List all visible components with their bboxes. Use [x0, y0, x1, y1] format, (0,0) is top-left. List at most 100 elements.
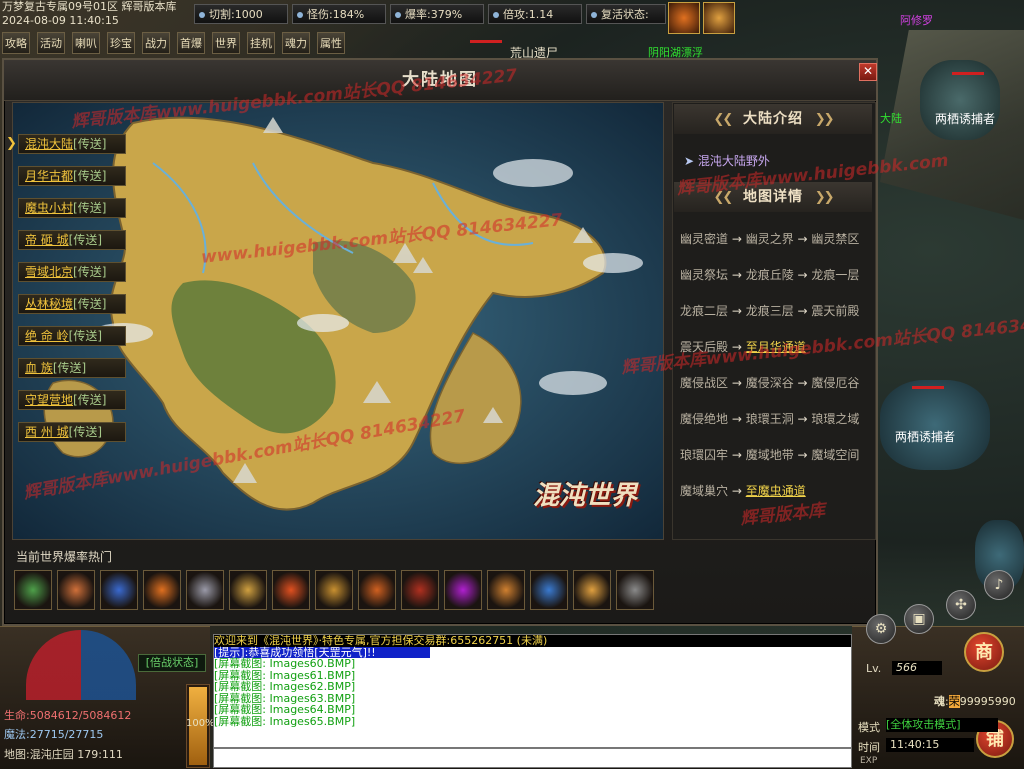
dark-helmet-icon[interactable]	[186, 570, 224, 610]
soul-readout: 魂:荣99995990	[934, 695, 1016, 708]
map-logo: 混沌世界	[533, 481, 638, 511]
flame-blade-icon[interactable]	[272, 570, 310, 610]
close-button[interactable]: ✕	[859, 63, 877, 81]
gold-gauntlet-icon[interactable]	[229, 570, 267, 610]
server-info: 万梦复古专属09号01区 辉哥版本库 2024-08-09 11:40:15	[0, 0, 202, 30]
attack-mode[interactable]: [全体攻击模式]	[886, 718, 998, 732]
chevron-right-icon: ❯❯	[814, 190, 835, 205]
gem-icon	[591, 12, 597, 18]
enemy-hp-bar	[470, 40, 502, 43]
route-row: 魔侵战区 → 魔侵深谷 → 魔侵厄谷	[680, 376, 860, 390]
fire-rune-icon[interactable]	[143, 570, 181, 610]
current-location: 地图:混沌庄园 179:111	[4, 748, 123, 761]
location-item[interactable]: 混沌大陆[传送]	[18, 134, 126, 154]
location-item[interactable]: 帝 砸 城[传送]	[18, 230, 126, 250]
buff-icon[interactable]	[703, 2, 735, 34]
exp-label: EXP	[860, 756, 878, 766]
red-book-icon[interactable]	[401, 570, 439, 610]
boots-icon[interactable]	[358, 570, 396, 610]
hot-drops-label: 当前世界爆率热门	[16, 550, 113, 564]
game-time: 11:40:15	[886, 738, 974, 752]
chat-message: [屏幕截图: Images65.BMP]	[214, 714, 356, 728]
bag-icon[interactable]: ▣	[904, 604, 934, 634]
location-item[interactable]: 守望营地[传送]	[18, 390, 126, 410]
mode-label: 模式	[858, 721, 880, 734]
btn-auto-battle[interactable]: 挂机	[247, 32, 275, 54]
chevron-left-icon: ❮❮	[713, 112, 733, 127]
server-datetime: 2024-08-09 11:40:15	[2, 14, 119, 27]
location-item[interactable]: 雪域北京[传送]	[18, 262, 126, 282]
location-item[interactable]: 魔虫小村[传送]	[18, 198, 126, 218]
gem-icon	[395, 12, 401, 18]
chat-message: [屏幕截图: Images62.BMP]	[214, 680, 356, 693]
sound-icon[interactable]: ♪	[984, 570, 1014, 600]
enemy-hp-bar	[952, 72, 984, 75]
arrow-pointer-icon: ➤	[684, 154, 698, 168]
settings-icon[interactable]: ⚙	[866, 614, 896, 644]
route-row: 龙痕二层 → 龙痕三层 → 震天前殿	[680, 304, 860, 318]
stat-drop-rate: 爆率:379%	[390, 4, 484, 24]
battle-status[interactable]: [倍战状态]	[138, 654, 206, 672]
route-row: 幽灵祭坛 → 龙痕丘陵 → 龙痕一层	[680, 268, 860, 282]
btn-soul[interactable]: 魂力	[282, 32, 310, 54]
level-value: 566	[892, 661, 942, 675]
hot-drops-row	[14, 570, 662, 616]
blue-armor-icon[interactable]	[100, 570, 138, 610]
btn-first-drop[interactable]: 首爆	[177, 32, 205, 54]
time-label: 时间	[858, 741, 880, 754]
gem-icon	[297, 12, 303, 18]
gem-icon	[199, 12, 205, 18]
btn-broadcast[interactable]: 喇叭	[72, 32, 100, 54]
level-label: Lv.	[866, 662, 882, 675]
npc-name[interactable]: 阿修罗	[900, 12, 933, 28]
purple-orb-icon[interactable]	[444, 570, 482, 610]
btn-events[interactable]: 活动	[37, 32, 65, 54]
beast-icon[interactable]	[616, 570, 654, 610]
npc-name[interactable]: 大陆	[880, 110, 902, 126]
location-item[interactable]: 西 州 城[传送]	[18, 422, 126, 442]
chat-message: 欢迎来到《混沌世界》·特色专属,官方担保交易群:655262751 (未满)	[214, 635, 851, 647]
route-row: 魔域巢穴 → 至魔虫通道	[680, 484, 806, 498]
hp-readout: 生命:5084612/5084612	[4, 709, 132, 722]
stat-monster-damage: 怪伤:184%	[292, 4, 386, 24]
scroll-icon[interactable]	[57, 570, 95, 610]
lantern-icon[interactable]	[573, 570, 611, 610]
route-row: 琅環囚牢 → 魔域地带 → 魔域空间	[680, 448, 860, 462]
green-sword-icon[interactable]	[14, 570, 52, 610]
stat-revive-status: 复活状态:	[586, 4, 666, 24]
btn-power[interactable]: 战力	[142, 32, 170, 54]
enemy-name[interactable]: 两栖诱捕者	[935, 110, 995, 127]
btn-treasure[interactable]: 珍宝	[107, 32, 135, 54]
mp-readout: 魔法:27715/27715	[4, 728, 104, 741]
server-name: 万梦复古专属09号01区 辉哥版本库	[2, 0, 177, 13]
buff-icon[interactable]	[668, 2, 700, 34]
btn-guide[interactable]: 攻略	[2, 32, 30, 54]
route-row: 幽灵密道 → 幽灵之界 → 幽灵禁区	[680, 232, 860, 246]
chat-message: [屏幕截图: Images60.BMP]	[214, 657, 356, 670]
gem-icon	[493, 12, 499, 18]
location-item[interactable]: 绝 命 岭[传送]	[18, 326, 126, 346]
creature-sprite[interactable]	[880, 380, 990, 470]
route-row: 魔侵绝地 → 琅環王洞 → 琅環之域	[680, 412, 860, 426]
location-item[interactable]: 丛林秘境[传送]	[18, 294, 126, 314]
stat-multiplier: 倍攻:1.14	[488, 4, 582, 24]
selected-arrow-icon: ❯	[6, 136, 17, 151]
blue-ring-icon[interactable]	[530, 570, 568, 610]
gold-ring-icon[interactable]	[315, 570, 353, 610]
shop-button[interactable]: 商	[964, 632, 1004, 672]
location-item[interactable]: 月华古都[传送]	[18, 166, 126, 186]
chat-input[interactable]	[213, 748, 852, 768]
close-icon: ✕	[862, 64, 874, 78]
btn-attributes[interactable]: 属性	[317, 32, 345, 54]
btn-world[interactable]: 世界	[212, 32, 240, 54]
location-item[interactable]: 血 族[传送]	[18, 358, 126, 378]
amulet-icon[interactable]	[487, 570, 525, 610]
intro-header: ❮❮ 大陆介绍 ❯❯	[674, 104, 872, 134]
enemy-name[interactable]: 两栖诱捕者	[895, 428, 955, 445]
chevron-right-icon: ❯❯	[814, 112, 835, 127]
move-icon[interactable]: ✣	[946, 590, 976, 620]
enemy-hp-bar	[912, 386, 944, 389]
exp-percent: 100%	[186, 718, 215, 729]
chat-log[interactable]: 欢迎来到《混沌世界》·特色专属,官方担保交易群:655262751 (未满) […	[213, 634, 852, 748]
chat-message: [屏幕截图: Images64.BMP]	[214, 703, 356, 716]
